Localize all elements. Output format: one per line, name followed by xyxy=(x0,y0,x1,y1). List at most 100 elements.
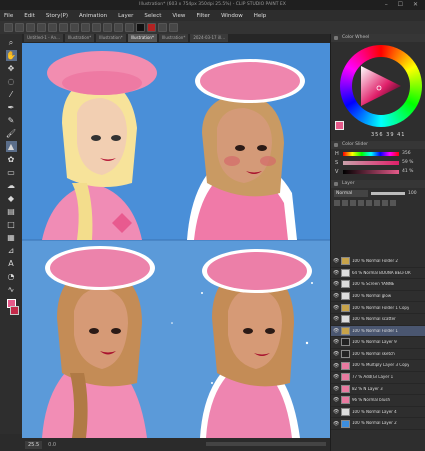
brush-icon[interactable]: 🖌 xyxy=(6,128,17,139)
menu-story[interactable]: Story(P) xyxy=(46,13,68,19)
menu-edit[interactable]: Edit xyxy=(24,13,35,19)
menu-select[interactable]: Select xyxy=(144,13,161,19)
invert-selection-button[interactable] xyxy=(103,23,112,32)
color-slider-header[interactable]: Color Slider xyxy=(331,141,425,149)
layer-row[interactable]: 👁 96 % Normal blush xyxy=(331,395,425,407)
airbrush-icon[interactable]: ▲ xyxy=(5,141,17,152)
menu-filter[interactable]: Filter xyxy=(196,13,210,19)
eraser-icon[interactable]: ▭ xyxy=(6,167,17,178)
lasso-icon[interactable]: ◌ xyxy=(6,76,17,87)
settings-button[interactable] xyxy=(169,23,178,32)
new-folder-icon[interactable] xyxy=(342,199,348,206)
move-icon[interactable]: ✥ xyxy=(6,63,17,74)
lock-icon[interactable] xyxy=(366,199,372,206)
eye-icon[interactable]: 👁 xyxy=(333,409,339,415)
layer-row[interactable]: 👁 100 % Normal Layer 2 xyxy=(331,418,425,430)
tab-document-active[interactable]: Illustration* xyxy=(127,34,157,42)
sub-color-swatch[interactable] xyxy=(9,306,19,315)
color-triangle[interactable] xyxy=(357,62,405,110)
eye-icon[interactable]: 👁 xyxy=(333,305,339,311)
eye-icon[interactable]: 👁 xyxy=(333,293,339,299)
mask-icon[interactable] xyxy=(374,199,380,206)
layer-row[interactable]: 👁 100 % Normal Folder 2 xyxy=(331,256,425,268)
delete-layer-icon[interactable] xyxy=(382,199,388,206)
layer-row[interactable]: 👁 100 % Normal scatter xyxy=(331,314,425,326)
eye-icon[interactable]: 👁 xyxy=(333,363,339,369)
current-color-swatch[interactable] xyxy=(335,121,344,130)
layer-row[interactable]: 👁 100 % Screen YANNE xyxy=(331,279,425,291)
eye-icon[interactable]: 👁 xyxy=(333,316,339,322)
eye-icon[interactable]: 👁 xyxy=(333,258,339,264)
blend-icon[interactable]: ☁ xyxy=(6,180,17,191)
ruler-icon[interactable]: ⊿ xyxy=(6,245,17,256)
layer-row[interactable]: 👁 100 % Normal sketch xyxy=(331,349,425,361)
eye-icon[interactable]: 👁 xyxy=(333,351,339,357)
eye-icon[interactable]: 👁 xyxy=(333,421,339,427)
window-controls[interactable]: – ☐ ✕ xyxy=(385,1,422,8)
text-icon[interactable]: A xyxy=(6,258,17,269)
zoom-field[interactable]: 25.5 xyxy=(25,440,43,449)
sub-color-button[interactable] xyxy=(147,23,156,32)
layer-header[interactable]: Layer xyxy=(331,180,425,188)
blend-mode-select[interactable]: Normal xyxy=(334,189,368,197)
layer-row[interactable]: 👁 100 % Multiply Layer 3 Copy xyxy=(331,360,425,372)
opacity-slider[interactable] xyxy=(371,191,405,195)
saturation-slider[interactable] xyxy=(343,160,399,165)
menu-icon[interactable] xyxy=(390,199,396,206)
clip-icon[interactable] xyxy=(350,199,356,206)
hand-icon[interactable]: ✋ xyxy=(5,50,17,61)
menu-file[interactable]: File xyxy=(4,13,13,19)
tab-document[interactable]: Illustration* xyxy=(158,34,189,42)
redo-button[interactable] xyxy=(48,23,57,32)
eye-icon[interactable]: 👁 xyxy=(333,281,339,287)
pen-icon[interactable]: ✒ xyxy=(6,102,17,113)
eye-icon[interactable]: 👁 xyxy=(333,328,339,334)
balloon-icon[interactable]: ◔ xyxy=(6,271,17,282)
layer-row[interactable]: 👁 77 % Add(Gl Layer 1 xyxy=(331,372,425,384)
layer-row[interactable]: 👁 100 % Normal Layer 4 xyxy=(331,407,425,419)
transform-button[interactable] xyxy=(81,23,90,32)
correct-line-icon[interactable]: ∿ xyxy=(6,284,17,295)
layer-row[interactable]: 👁 64 % Normal BOUNA BELFOR xyxy=(331,268,425,280)
horizontal-scrollbar[interactable] xyxy=(206,442,326,446)
tab-document[interactable]: 2024-03-17 ill... xyxy=(190,34,228,42)
tab-document[interactable]: Illustration* xyxy=(64,34,95,42)
zoom-icon[interactable]: ⌕ xyxy=(6,37,17,48)
layer-row[interactable]: 👁 82 % N Layer 3 xyxy=(331,384,425,396)
eye-icon[interactable]: 👁 xyxy=(333,386,339,392)
save-button[interactable] xyxy=(26,23,35,32)
fill-button[interactable] xyxy=(70,23,79,32)
new-file-button[interactable] xyxy=(4,23,13,32)
value-slider[interactable] xyxy=(343,169,399,174)
tab-document[interactable]: Illustration* xyxy=(96,34,126,42)
slider-value[interactable]: 59 % xyxy=(402,160,413,165)
deselect-button[interactable] xyxy=(92,23,101,32)
open-button[interactable] xyxy=(15,23,24,32)
opacity-value[interactable]: 100 xyxy=(408,191,417,196)
frame-icon[interactable]: ▦ xyxy=(6,232,17,243)
gradient-icon[interactable]: ▤ xyxy=(6,206,17,217)
menu-window[interactable]: Window xyxy=(221,13,243,19)
menu-view[interactable]: View xyxy=(172,13,185,19)
slider-value[interactable]: 356 xyxy=(402,151,411,156)
tab-document[interactable]: Untitled-1 - An... xyxy=(24,34,63,42)
layer-row[interactable]: 👁 100 % Normal Layer 9 xyxy=(331,337,425,349)
snap-grid-button[interactable] xyxy=(125,23,134,32)
eyedropper-icon[interactable]: ⁄ xyxy=(6,89,17,100)
main-color-button[interactable] xyxy=(136,23,145,32)
decoration-icon[interactable]: ✿ xyxy=(6,154,17,165)
menu-animation[interactable]: Animation xyxy=(79,13,107,19)
layer-row[interactable]: 👁 100 % Normal Folder 1 Copy xyxy=(331,302,425,314)
undo-button[interactable] xyxy=(37,23,46,32)
figure-icon[interactable]: □ xyxy=(6,219,17,230)
new-layer-icon[interactable] xyxy=(334,199,340,206)
eye-icon[interactable]: 👁 xyxy=(333,339,339,345)
color-wheel-header[interactable]: Color Wheel xyxy=(331,34,425,42)
fill-icon[interactable]: ◆ xyxy=(6,193,17,204)
hue-slider[interactable] xyxy=(343,151,399,156)
menu-layer[interactable]: Layer xyxy=(118,13,133,19)
clear-button[interactable] xyxy=(59,23,68,32)
eye-icon[interactable]: 👁 xyxy=(333,374,339,380)
slider-value[interactable]: 41 % xyxy=(402,169,413,174)
eye-icon[interactable]: 👁 xyxy=(333,270,339,276)
